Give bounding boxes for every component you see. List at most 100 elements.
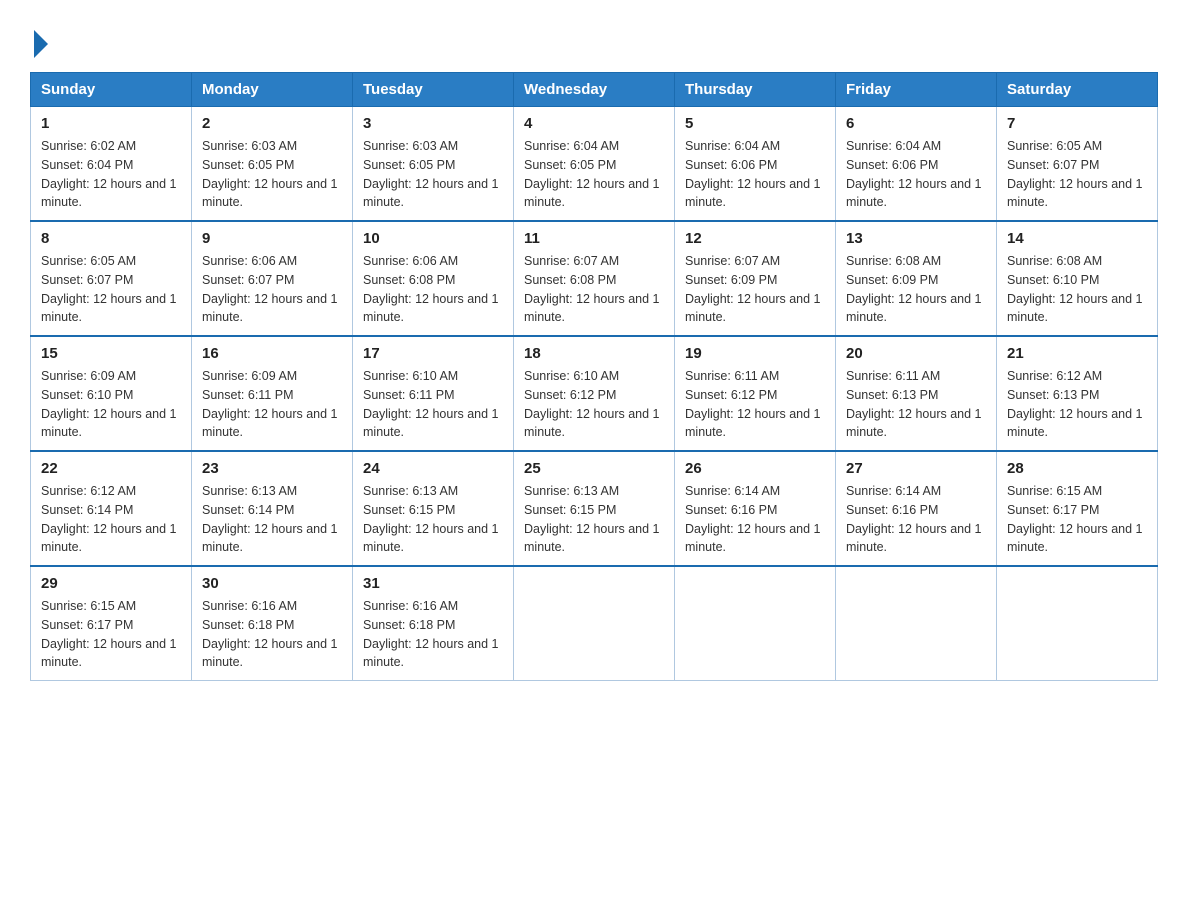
calendar-day-cell [675,566,836,681]
day-info: Sunrise: 6:13 AM Sunset: 6:15 PM Dayligh… [363,482,503,557]
day-number: 29 [41,575,181,592]
day-number: 4 [524,115,664,132]
calendar-day-cell: 7 Sunrise: 6:05 AM Sunset: 6:07 PM Dayli… [997,107,1158,222]
logo-arrow-icon [34,30,48,58]
day-number: 11 [524,230,664,247]
day-info: Sunrise: 6:05 AM Sunset: 6:07 PM Dayligh… [41,252,181,327]
day-number: 10 [363,230,503,247]
day-info: Sunrise: 6:08 AM Sunset: 6:09 PM Dayligh… [846,252,986,327]
calendar-header-friday: Friday [836,73,997,107]
calendar-day-cell: 27 Sunrise: 6:14 AM Sunset: 6:16 PM Dayl… [836,451,997,566]
day-info: Sunrise: 6:07 AM Sunset: 6:08 PM Dayligh… [524,252,664,327]
calendar-day-cell [514,566,675,681]
calendar-day-cell: 1 Sunrise: 6:02 AM Sunset: 6:04 PM Dayli… [31,107,192,222]
calendar-day-cell [997,566,1158,681]
calendar-day-cell: 9 Sunrise: 6:06 AM Sunset: 6:07 PM Dayli… [192,221,353,336]
day-info: Sunrise: 6:16 AM Sunset: 6:18 PM Dayligh… [363,597,503,672]
day-info: Sunrise: 6:09 AM Sunset: 6:10 PM Dayligh… [41,367,181,442]
calendar-day-cell: 11 Sunrise: 6:07 AM Sunset: 6:08 PM Dayl… [514,221,675,336]
day-number: 22 [41,460,181,477]
calendar-header-saturday: Saturday [997,73,1158,107]
day-info: Sunrise: 6:13 AM Sunset: 6:15 PM Dayligh… [524,482,664,557]
day-number: 13 [846,230,986,247]
calendar-header-thursday: Thursday [675,73,836,107]
calendar-week-row: 22 Sunrise: 6:12 AM Sunset: 6:14 PM Dayl… [31,451,1158,566]
day-number: 3 [363,115,503,132]
logo [30,28,48,54]
day-number: 9 [202,230,342,247]
calendar-day-cell: 18 Sunrise: 6:10 AM Sunset: 6:12 PM Dayl… [514,336,675,451]
day-info: Sunrise: 6:11 AM Sunset: 6:13 PM Dayligh… [846,367,986,442]
day-info: Sunrise: 6:14 AM Sunset: 6:16 PM Dayligh… [846,482,986,557]
day-info: Sunrise: 6:04 AM Sunset: 6:06 PM Dayligh… [846,137,986,212]
day-info: Sunrise: 6:02 AM Sunset: 6:04 PM Dayligh… [41,137,181,212]
day-number: 18 [524,345,664,362]
calendar-day-cell: 14 Sunrise: 6:08 AM Sunset: 6:10 PM Dayl… [997,221,1158,336]
day-info: Sunrise: 6:09 AM Sunset: 6:11 PM Dayligh… [202,367,342,442]
calendar-day-cell: 21 Sunrise: 6:12 AM Sunset: 6:13 PM Dayl… [997,336,1158,451]
day-number: 26 [685,460,825,477]
calendar-day-cell: 2 Sunrise: 6:03 AM Sunset: 6:05 PM Dayli… [192,107,353,222]
day-number: 28 [1007,460,1147,477]
calendar-day-cell: 23 Sunrise: 6:13 AM Sunset: 6:14 PM Dayl… [192,451,353,566]
day-info: Sunrise: 6:06 AM Sunset: 6:07 PM Dayligh… [202,252,342,327]
logo-text [30,28,48,58]
calendar-day-cell: 28 Sunrise: 6:15 AM Sunset: 6:17 PM Dayl… [997,451,1158,566]
day-info: Sunrise: 6:13 AM Sunset: 6:14 PM Dayligh… [202,482,342,557]
day-info: Sunrise: 6:08 AM Sunset: 6:10 PM Dayligh… [1007,252,1147,327]
day-number: 25 [524,460,664,477]
calendar-day-cell: 17 Sunrise: 6:10 AM Sunset: 6:11 PM Dayl… [353,336,514,451]
calendar-day-cell [836,566,997,681]
calendar-day-cell: 26 Sunrise: 6:14 AM Sunset: 6:16 PM Dayl… [675,451,836,566]
day-number: 2 [202,115,342,132]
day-info: Sunrise: 6:12 AM Sunset: 6:14 PM Dayligh… [41,482,181,557]
day-info: Sunrise: 6:16 AM Sunset: 6:18 PM Dayligh… [202,597,342,672]
day-number: 19 [685,345,825,362]
day-info: Sunrise: 6:03 AM Sunset: 6:05 PM Dayligh… [202,137,342,212]
day-info: Sunrise: 6:12 AM Sunset: 6:13 PM Dayligh… [1007,367,1147,442]
day-number: 8 [41,230,181,247]
calendar-day-cell: 4 Sunrise: 6:04 AM Sunset: 6:05 PM Dayli… [514,107,675,222]
calendar-header-wednesday: Wednesday [514,73,675,107]
calendar-day-cell: 24 Sunrise: 6:13 AM Sunset: 6:15 PM Dayl… [353,451,514,566]
calendar-header-tuesday: Tuesday [353,73,514,107]
day-number: 1 [41,115,181,132]
day-info: Sunrise: 6:10 AM Sunset: 6:11 PM Dayligh… [363,367,503,442]
calendar-header-row: SundayMondayTuesdayWednesdayThursdayFrid… [31,73,1158,107]
day-number: 23 [202,460,342,477]
calendar-week-row: 8 Sunrise: 6:05 AM Sunset: 6:07 PM Dayli… [31,221,1158,336]
day-number: 12 [685,230,825,247]
day-number: 6 [846,115,986,132]
calendar-day-cell: 16 Sunrise: 6:09 AM Sunset: 6:11 PM Dayl… [192,336,353,451]
calendar-header-monday: Monday [192,73,353,107]
calendar-day-cell: 8 Sunrise: 6:05 AM Sunset: 6:07 PM Dayli… [31,221,192,336]
day-info: Sunrise: 6:10 AM Sunset: 6:12 PM Dayligh… [524,367,664,442]
day-number: 31 [363,575,503,592]
day-info: Sunrise: 6:15 AM Sunset: 6:17 PM Dayligh… [1007,482,1147,557]
day-number: 24 [363,460,503,477]
day-number: 16 [202,345,342,362]
day-info: Sunrise: 6:14 AM Sunset: 6:16 PM Dayligh… [685,482,825,557]
day-number: 15 [41,345,181,362]
calendar-day-cell: 31 Sunrise: 6:16 AM Sunset: 6:18 PM Dayl… [353,566,514,681]
calendar-day-cell: 10 Sunrise: 6:06 AM Sunset: 6:08 PM Dayl… [353,221,514,336]
day-number: 30 [202,575,342,592]
calendar-week-row: 1 Sunrise: 6:02 AM Sunset: 6:04 PM Dayli… [31,107,1158,222]
calendar-day-cell: 20 Sunrise: 6:11 AM Sunset: 6:13 PM Dayl… [836,336,997,451]
day-number: 17 [363,345,503,362]
calendar-day-cell: 30 Sunrise: 6:16 AM Sunset: 6:18 PM Dayl… [192,566,353,681]
calendar-day-cell: 22 Sunrise: 6:12 AM Sunset: 6:14 PM Dayl… [31,451,192,566]
calendar-week-row: 29 Sunrise: 6:15 AM Sunset: 6:17 PM Dayl… [31,566,1158,681]
day-info: Sunrise: 6:04 AM Sunset: 6:05 PM Dayligh… [524,137,664,212]
calendar-day-cell: 13 Sunrise: 6:08 AM Sunset: 6:09 PM Dayl… [836,221,997,336]
calendar-table: SundayMondayTuesdayWednesdayThursdayFrid… [30,72,1158,681]
header [30,20,1158,54]
day-number: 7 [1007,115,1147,132]
day-info: Sunrise: 6:07 AM Sunset: 6:09 PM Dayligh… [685,252,825,327]
day-number: 27 [846,460,986,477]
calendar-day-cell: 6 Sunrise: 6:04 AM Sunset: 6:06 PM Dayli… [836,107,997,222]
day-info: Sunrise: 6:06 AM Sunset: 6:08 PM Dayligh… [363,252,503,327]
day-number: 21 [1007,345,1147,362]
calendar-header-sunday: Sunday [31,73,192,107]
calendar-day-cell: 29 Sunrise: 6:15 AM Sunset: 6:17 PM Dayl… [31,566,192,681]
